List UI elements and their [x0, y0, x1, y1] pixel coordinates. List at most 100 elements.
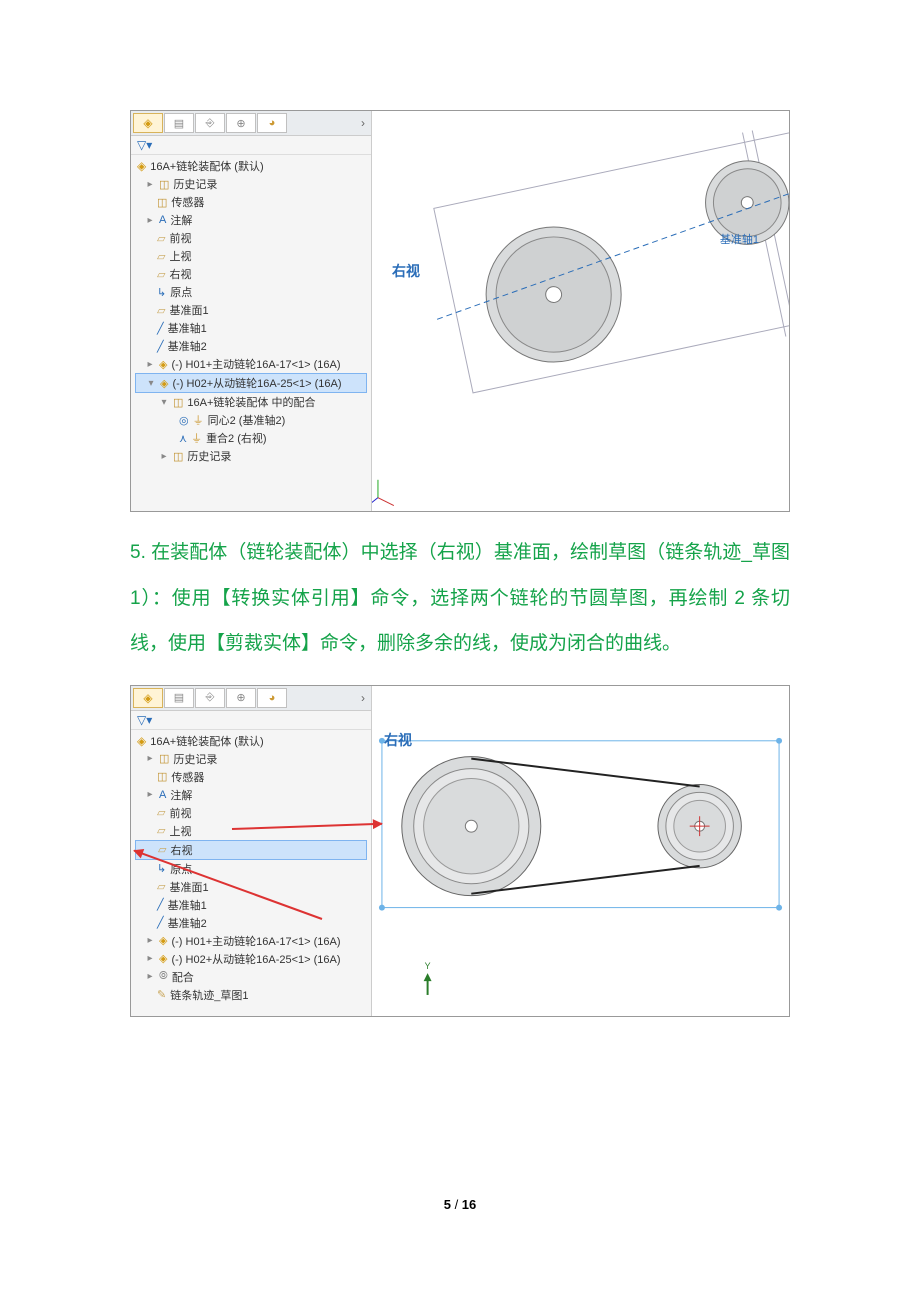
mates-icon: ⦾ — [159, 970, 168, 983]
component-icon: ◈ — [159, 952, 167, 965]
expand-icon: ▸ — [145, 753, 155, 764]
tree-item-axis2[interactable]: ╱基准轴2 — [135, 337, 367, 355]
tab-config[interactable]: ▤ — [164, 113, 194, 133]
appearance-icon: ◕ — [269, 117, 276, 129]
plane-icon: ▱ — [157, 304, 165, 317]
tree-item-front[interactable]: ▱ 前视 — [135, 229, 367, 247]
tree-item-axis2[interactable]: ╱ 基准轴2 — [135, 914, 367, 932]
view-label-right: 右视 — [384, 730, 412, 750]
tree-root[interactable]: ◈ 16A+链轮装配体 (默认) — [135, 157, 367, 175]
page-number: 5 — [444, 1197, 451, 1212]
collapse-icon: ▾ — [159, 397, 169, 408]
tree-root-label: 16A+链轮装配体 (默认) — [150, 158, 263, 174]
tree-item-history[interactable]: ▸ ◫ 历史记录 — [135, 750, 367, 768]
assembly-icon: ◈ — [137, 159, 146, 173]
tree-item-origin[interactable]: ↳原点 — [135, 283, 367, 301]
list-icon: ▤ — [174, 691, 184, 704]
item-label: 配合 — [172, 969, 194, 985]
sensor-icon: ◫ — [157, 770, 167, 783]
tree-item-comp1[interactable]: ▸◈(-) H01+主动链轮16A-17<1> (16A) — [135, 932, 367, 950]
filter-icon: ▽ — [137, 713, 146, 727]
tree-item-top[interactable]: ▱上视 — [135, 247, 367, 265]
page-total: 16 — [462, 1197, 476, 1212]
tree-item-right-selected[interactable]: ▱右视 — [135, 840, 367, 860]
viewport-2[interactable]: 右视 — [372, 686, 789, 1016]
plane-icon: ▱ — [157, 806, 165, 819]
page-sep: / — [451, 1197, 462, 1212]
item-label: 同心2 (基准轴2) — [208, 412, 286, 428]
tab-display[interactable]: ⎆ — [195, 688, 225, 708]
axis-icon: ╱ — [157, 916, 164, 929]
component-icon: ◈ — [159, 358, 167, 371]
item-label: 前视 — [169, 805, 191, 821]
tree-item-sensors[interactable]: ◫传感器 — [135, 193, 367, 211]
tab-appearance[interactable]: ◕ — [257, 113, 287, 133]
tabs-overflow[interactable]: › — [357, 116, 369, 130]
tree-item-comp1[interactable]: ▸◈(-) H01+主动链轮16A-17<1> (16A) — [135, 355, 367, 373]
tree-item-sketch[interactable]: ✎链条轨迹_草图1 — [135, 986, 367, 1004]
expand-icon: ▸ — [145, 215, 155, 226]
tab-appearance[interactable]: ◕ — [257, 688, 287, 708]
item-label: 历史记录 — [173, 751, 217, 767]
tab-assembly[interactable]: ◈ — [133, 688, 163, 708]
item-label: 基准轴2 — [168, 338, 207, 354]
item-label: 基准轴1 — [168, 320, 207, 336]
assembly-icon: ◈ — [137, 734, 146, 748]
tree-item-right[interactable]: ▱右视 — [135, 265, 367, 283]
item-label: 前视 — [169, 230, 191, 246]
assembly-icon: ◈ — [143, 116, 152, 130]
tree-item-annot[interactable]: ▸A注解 — [135, 211, 367, 229]
display-icon: ⎆ — [206, 117, 215, 130]
history-icon: ◫ — [173, 450, 183, 463]
viewport-1[interactable]: 右视 基准轴1 — [372, 111, 789, 511]
tree-item-axis1[interactable]: ╱基准轴1 — [135, 319, 367, 337]
filter-row[interactable]: ▽▾ — [131, 136, 371, 155]
tree-item-axis1[interactable]: ╱ 基准轴1 — [135, 896, 367, 914]
axis-icon: ╱ — [157, 898, 164, 911]
page-footer: 5 / 16 — [130, 1197, 790, 1212]
view-label-right: 右视 — [392, 261, 420, 281]
tabs-overflow[interactable]: › — [357, 691, 369, 705]
item-label: (-) H01+主动链轮16A-17<1> (16A) — [171, 933, 340, 949]
tree-root-label: 16A+链轮装配体 (默认) — [150, 733, 263, 749]
sensor-icon: ◫ — [157, 196, 167, 209]
tree-item-annot[interactable]: ▸A注解 — [135, 786, 367, 804]
tree-item-concentric[interactable]: ◎⏚同心2 (基准轴2) — [135, 411, 367, 429]
tree-item-mates-in[interactable]: ▾◫16A+链轮装配体 中的配合 — [135, 393, 367, 411]
tree-item-sensors[interactable]: ◫ 传感器 — [135, 768, 367, 786]
plane-icon: ▱ — [157, 268, 165, 281]
viewport-svg: Y — [372, 686, 789, 1016]
tree-item-coincident[interactable]: ⋏⏚重合2 (右视) — [135, 429, 367, 447]
tab-target[interactable]: ⊕ — [226, 688, 256, 708]
item-label: 基准轴2 — [168, 915, 207, 931]
datum-label-axis1: 基准轴1 — [720, 231, 759, 247]
tree-item-plane1[interactable]: ▱ 基准面1 — [135, 301, 367, 319]
tree-item-mates[interactable]: ▸⦾配合 — [135, 968, 367, 986]
origin-icon: ↳ — [157, 862, 166, 875]
tree-item-comp2[interactable]: ▸◈(-) H02+从动链轮16A-25<1> (16A) — [135, 950, 367, 968]
plane-icon: ▱ — [157, 824, 165, 837]
tab-assembly[interactable]: ◈ — [133, 113, 163, 133]
item-label: 基准面1 — [169, 302, 208, 318]
feature-tree: ◈ 16A+链轮装配体 (默认) ▸◫历史记录 ◫传感器 ▸A注解 ▱ 前视 ▱上视… — [131, 155, 371, 471]
display-icon: ⎆ — [206, 691, 215, 704]
tab-config[interactable]: ▤ — [164, 688, 194, 708]
tree-item-comp2-selected[interactable]: ▾◈(-) H02+从动链轮16A-25<1> (16A) — [135, 373, 367, 393]
panel-tabs: ◈ ▤ ⎆ ⊕ ◕ › — [131, 686, 371, 711]
tree-item-history[interactable]: ▸◫历史记录 — [135, 175, 367, 193]
plane-icon: ▱ — [158, 843, 166, 856]
tab-target[interactable]: ⊕ — [226, 113, 256, 133]
filter-row[interactable]: ▽▾ — [131, 711, 371, 730]
history-icon: ◫ — [159, 752, 169, 765]
target-icon: ⊕ — [236, 117, 245, 130]
concentric-icon: ◎ — [179, 414, 189, 427]
item-label: 基准轴1 — [168, 897, 207, 913]
item-label: 基准面1 — [169, 879, 208, 895]
tree-item-front[interactable]: ▱ 前视 — [135, 804, 367, 822]
tree-root[interactable]: ◈ 16A+链轮装配体 (默认) — [135, 732, 367, 750]
item-label: 传感器 — [171, 769, 204, 785]
tree-item-history2[interactable]: ▸◫历史记录 — [135, 447, 367, 465]
plane-icon: ▱ — [157, 232, 165, 245]
item-label: 注解 — [170, 212, 192, 228]
tab-display[interactable]: ⎆ — [195, 113, 225, 133]
